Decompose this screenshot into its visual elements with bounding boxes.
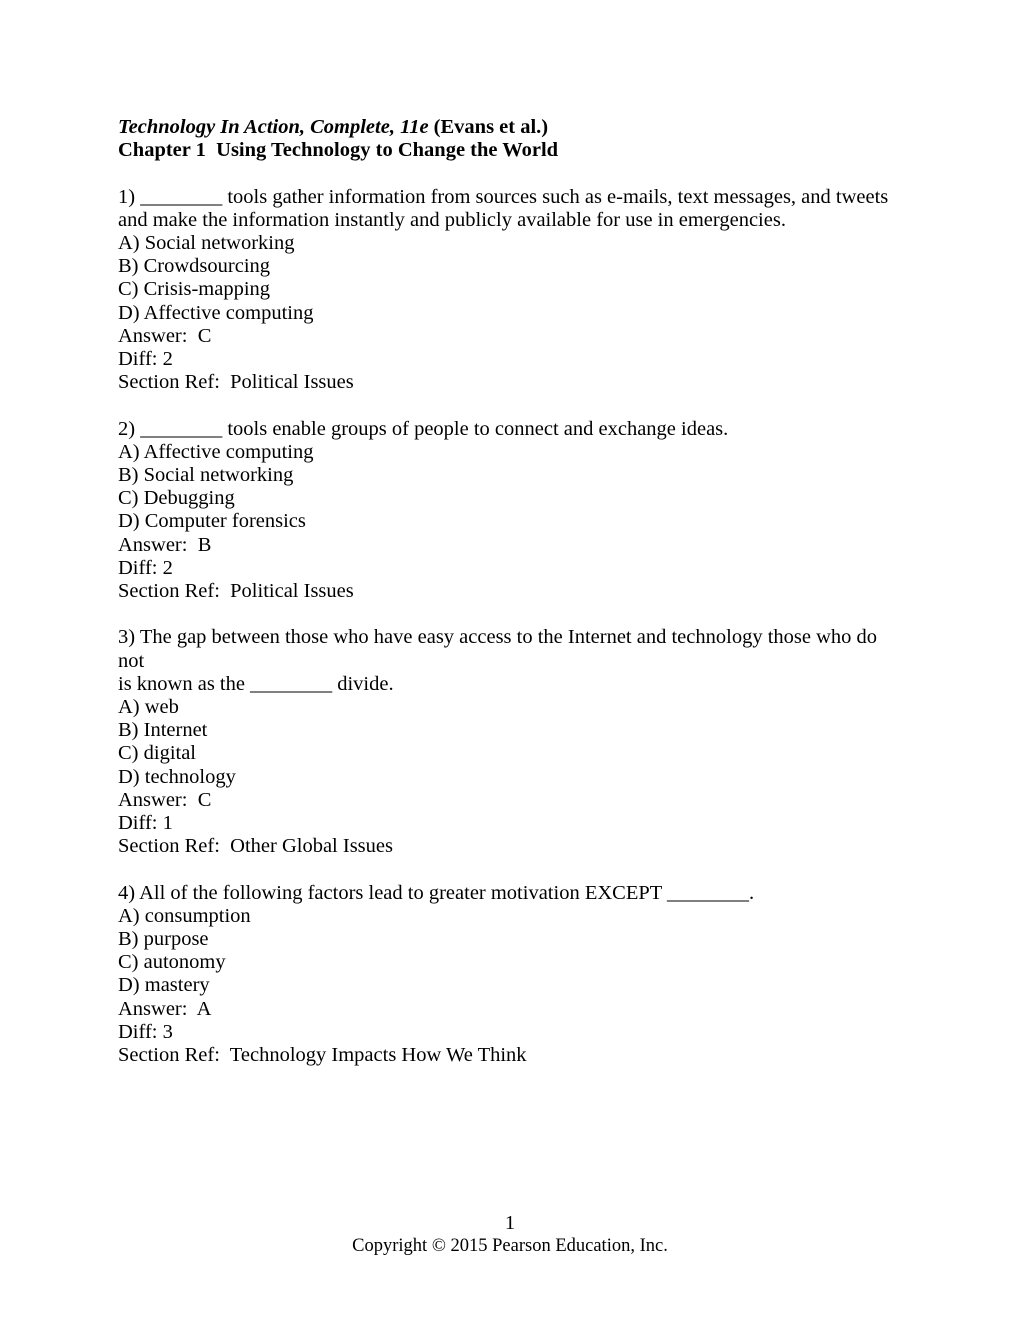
- book-title: Technology In Action, Complete, 11e: [118, 116, 429, 138]
- option-a: A) consumption: [118, 904, 251, 927]
- section-ref-line: Section Ref: Technology Impacts How We T…: [118, 1044, 527, 1067]
- option-c: C) Crisis-mapping: [118, 278, 271, 301]
- question-stem-line: 4) All of the following factors lead to …: [118, 881, 755, 904]
- option-a: A) Affective computing: [118, 440, 314, 463]
- question-block-4: 4) All of the following factors lead to …: [118, 882, 908, 1068]
- diff-line: Diff: 2: [118, 348, 173, 371]
- copyright-notice: Copyright © 2015 Pearson Education, Inc.: [352, 1236, 668, 1257]
- option-b: B) Social networking: [118, 464, 294, 487]
- question-stem-line: 2) ________ tools enable groups of peopl…: [118, 417, 729, 440]
- section-ref-line: Section Ref: Political Issues: [118, 580, 354, 603]
- question-stem-line: 3) The gap between those who have easy a…: [118, 626, 883, 672]
- option-a: A) Social networking: [118, 232, 295, 254]
- option-d: D) technology: [118, 765, 236, 788]
- spacer-between-questions: [118, 858, 908, 881]
- answer-line: Answer: C: [118, 324, 212, 347]
- book-title-line: Technology In Action, Complete, 11e (Eva…: [118, 116, 908, 139]
- section-ref-line: Section Ref: Other Global Issues: [118, 835, 393, 858]
- diff-line: Diff: 2: [118, 556, 173, 579]
- option-d: D) mastery: [118, 974, 210, 997]
- option-a: A) web: [118, 696, 179, 719]
- question-block-1: 1) ________ tools gather information fro…: [118, 186, 908, 395]
- option-b: B) Crowdsourcing: [118, 255, 271, 278]
- option-b: B) Internet: [118, 719, 208, 742]
- page-footer: 1 Copyright © 2015 Pearson Education, In…: [0, 1212, 1020, 1258]
- book-authors: (Evans et al.): [428, 116, 549, 138]
- chapter-title-line: Chapter 1 Using Technology to Change the…: [118, 139, 559, 162]
- option-c: C) autonomy: [118, 951, 226, 974]
- question-stem-line: is known as the ________ divide.: [118, 672, 394, 695]
- option-d: D) Computer forensics: [118, 510, 306, 533]
- option-c: C) digital: [118, 742, 197, 765]
- document-page: Technology In Action, Complete, 11e (Eva…: [0, 0, 1020, 1320]
- question-block-3: 3) The gap between those who have easy a…: [118, 626, 908, 858]
- spacer-after-header: [118, 162, 908, 185]
- document-body: Technology In Action, Complete, 11e (Eva…: [118, 116, 908, 1067]
- option-d: D) Affective computing: [118, 301, 314, 324]
- answer-line: Answer: C: [118, 788, 212, 811]
- question-stem-line: and make the information instantly and p…: [118, 208, 786, 231]
- answer-line: Answer: B: [118, 533, 212, 556]
- option-b: B) purpose: [118, 928, 209, 951]
- question-stem-line: 1) ________ tools gather information fro…: [118, 185, 889, 208]
- question-block-2: 2) ________ tools enable groups of peopl…: [118, 418, 908, 604]
- spacer-between-questions: [118, 603, 908, 626]
- option-c: C) Debugging: [118, 487, 235, 510]
- answer-line: Answer: A: [118, 997, 212, 1020]
- page-number: 1: [504, 1212, 516, 1234]
- diff-line: Diff: 3: [118, 1020, 173, 1043]
- spacer-between-questions: [118, 394, 908, 417]
- section-ref-line: Section Ref: Political Issues: [118, 371, 354, 394]
- diff-line: Diff: 1: [118, 812, 173, 835]
